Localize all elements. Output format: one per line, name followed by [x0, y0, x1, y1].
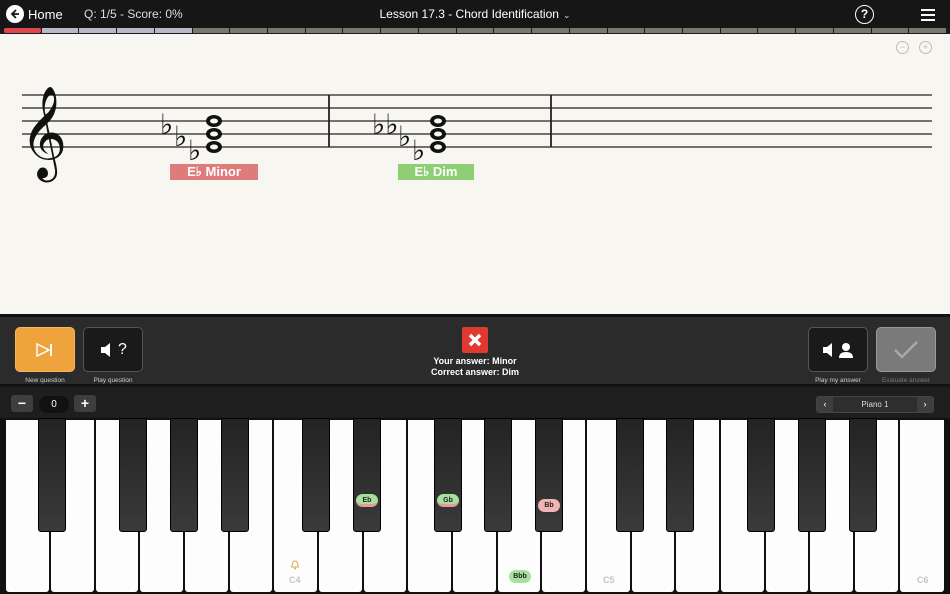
evaluate-answer-button[interactable] — [876, 327, 936, 372]
black-key[interactable] — [747, 418, 775, 532]
evaluate-answer-label: Evaluate answer — [881, 377, 931, 384]
progress-segment — [645, 28, 682, 33]
black-key[interactable] — [38, 418, 66, 532]
black-key[interactable] — [798, 418, 826, 532]
black-key[interactable] — [666, 418, 694, 532]
lesson-title: Lesson 17.3 - Chord Identification — [379, 7, 559, 21]
chevron-left-icon[interactable]: ‹ — [817, 397, 833, 412]
progress-segment — [569, 28, 607, 33]
speaker-person-icon — [823, 342, 853, 358]
black-key[interactable] — [170, 418, 198, 532]
flat-icon: ♭ — [188, 134, 201, 167]
progress-segment — [117, 28, 154, 33]
progress-segment — [79, 28, 117, 33]
progress-segment — [909, 28, 946, 33]
black-key[interactable] — [616, 418, 644, 532]
progress-segment-current — [4, 28, 41, 33]
play-question-label: Play question — [93, 377, 133, 384]
progress-segment — [230, 28, 268, 33]
progress-segment — [343, 28, 381, 33]
flat-icon: ♭ — [160, 108, 173, 141]
double-flat-icon: ♭♭ — [372, 108, 398, 141]
chord-label-correct: E♭ Dim — [398, 164, 474, 180]
treble-clef-icon: 𝄞 — [20, 85, 67, 182]
black-key[interactable] — [849, 418, 877, 532]
progress-segment — [682, 28, 720, 33]
chevron-down-icon: ⌄ — [562, 10, 571, 20]
lesson-title-dropdown[interactable]: Lesson 17.3 - Chord Identification ⌄ — [0, 7, 950, 21]
black-key[interactable] — [302, 418, 330, 532]
keyboard-toolbar: − 0 + ‹ Piano 1 › — [0, 388, 950, 418]
key-label-c5: C5 — [603, 575, 615, 585]
wrong-answer-icon — [462, 327, 488, 353]
note-marker-bb: Bb — [538, 499, 560, 512]
play-my-answer-button[interactable] — [808, 327, 868, 372]
octave-up-button[interactable]: + — [74, 395, 96, 412]
progress-segment — [418, 28, 456, 33]
checkmark-icon — [894, 340, 918, 359]
progress-segment — [268, 28, 305, 33]
flat-icon: ♭ — [412, 134, 425, 167]
white-key-c6[interactable] — [900, 420, 944, 592]
staff: 𝄞 ♭ ♭ ♭ ♭♭ ♭ ♭ — [20, 85, 932, 182]
black-key[interactable] — [484, 418, 512, 532]
progress-segment — [871, 28, 909, 33]
instrument-name: Piano 1 — [861, 400, 889, 409]
progress-segment — [758, 28, 796, 33]
flat-icon: ♭ — [174, 120, 187, 153]
key-label-c6: C6 — [917, 575, 929, 585]
control-bar: New question ? Play question Your answer… — [0, 314, 950, 386]
chevron-right-icon[interactable]: › — [917, 397, 933, 412]
black-key-gb[interactable] — [434, 418, 462, 532]
progress-segment — [833, 28, 871, 33]
black-key-eb[interactable] — [353, 418, 381, 532]
note-marker-eb: Eb — [356, 494, 378, 507]
black-key[interactable] — [221, 418, 249, 532]
octave-value: 0 — [39, 396, 69, 413]
chord-label-user: E♭ Minor — [170, 164, 258, 180]
progress-segment — [305, 28, 343, 33]
top-bar: Home Q: 1/5 - Score: 0% Lesson 17.3 - Ch… — [0, 0, 950, 28]
instrument-selector: ‹ Piano 1 › — [816, 396, 934, 413]
progress-segment — [720, 28, 758, 33]
octave-down-button[interactable]: − — [11, 395, 33, 412]
flat-icon: ♭ — [398, 120, 411, 153]
progress-segment — [381, 28, 418, 33]
black-key[interactable] — [119, 418, 147, 532]
progress-segment — [796, 28, 833, 33]
piano-keyboard: Eb Gb Bb Bbb C4 C5 C6 — [0, 418, 950, 594]
progress-segment — [532, 28, 569, 33]
progress-segment — [494, 28, 532, 33]
progress-segment — [192, 28, 230, 33]
key-label-c4: C4 — [289, 575, 301, 585]
progress-segment — [41, 28, 79, 33]
progress-segment — [607, 28, 645, 33]
black-key-bb[interactable] — [535, 418, 563, 532]
note-marker-gb: Gb — [437, 494, 459, 507]
progress-segment — [456, 28, 494, 33]
hamburger-menu-icon[interactable] — [921, 9, 935, 24]
note-marker-bbb: Bbb — [509, 570, 531, 583]
bell-icon — [290, 557, 300, 570]
score-area: − + 𝄞 ♭ ♭ ♭ ♭♭ ♭ ♭ E♭ Minor E♭ Dim — [0, 34, 950, 314]
help-icon[interactable]: ? — [855, 5, 874, 24]
progress-segment — [154, 28, 192, 33]
